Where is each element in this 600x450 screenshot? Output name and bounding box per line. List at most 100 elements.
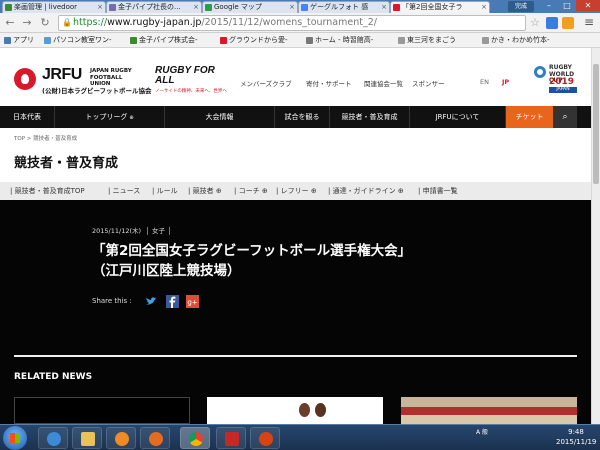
bookmark-item[interactable]: かき・わかめ竹本- — [482, 35, 550, 46]
folder-icon — [81, 432, 95, 446]
taskbar-app[interactable] — [250, 427, 280, 449]
screen: 楽画管理 | livedoor × 金子パイプ社長の... × Google マ… — [0, 0, 600, 450]
svg-text:g+: g+ — [187, 299, 197, 307]
taskbar-media[interactable] — [106, 427, 136, 449]
tab-close-icon[interactable]: × — [289, 2, 295, 13]
section-divider — [14, 355, 577, 357]
article-category[interactable]: 女子 — [147, 227, 171, 235]
lang-jp-link[interactable]: JP — [502, 78, 509, 86]
apps-grid-icon — [4, 37, 11, 44]
bookmark-item[interactable]: 東三河をまごう — [398, 35, 456, 46]
bookmarks-bar: アプリ パソコン教室ワン- 金子パイプ株式会- グラウンドから愛- ホーム - … — [0, 33, 600, 48]
share-label: Share this : — [92, 297, 132, 305]
page-scrollbar[interactable] — [591, 48, 600, 424]
google-plus-icon[interactable]: g+ — [186, 295, 199, 308]
nav-top-league[interactable]: トップリーグ ⊕ — [55, 106, 165, 128]
twitter-icon[interactable] — [145, 295, 158, 308]
taskbar-ie[interactable] — [38, 427, 68, 449]
nav-players-development[interactable]: 競技者・普及育成 — [330, 106, 410, 128]
tab-close-icon[interactable]: × — [193, 2, 199, 13]
tab-kaneko[interactable]: 金子パイプ社長の... × — [106, 1, 202, 13]
nav-watch[interactable]: 試合を観る — [275, 106, 330, 128]
maximize-button[interactable]: □ — [558, 0, 576, 11]
close-button[interactable]: ✕ — [576, 0, 600, 11]
media-player-icon — [115, 432, 129, 446]
nav-about-jrfu[interactable]: JRFUについて — [410, 106, 506, 128]
main-nav: 日本代表 トップリーグ ⊕ 大会情報 試合を観る 競技者・普及育成 JRFUについ… — [0, 106, 591, 128]
subnav-coach[interactable]: | コーチ ⊕ — [234, 186, 268, 196]
livedoor-favicon-icon — [5, 4, 12, 11]
tab-google-photos[interactable]: ゲーグルフォト 感 × — [298, 1, 390, 13]
page-title: 競技者・普及育成 — [14, 156, 119, 171]
header-link-associations[interactable]: 関連協会一覧 — [364, 78, 403, 88]
bookmark-apps[interactable]: アプリ — [4, 35, 34, 46]
firefox-icon — [149, 432, 163, 446]
reload-icon[interactable]: ↻ — [38, 16, 52, 30]
person-photo — [315, 403, 326, 417]
bookmark-favicon-icon — [306, 37, 313, 44]
address-bar[interactable]: 🔒 https://www.rugby-japan.jp/2015/11/12/… — [58, 15, 526, 31]
back-arrow-icon[interactable]: ← — [3, 16, 17, 30]
bookmark-star-icon[interactable]: ☆ — [530, 16, 540, 29]
search-icon[interactable]: ⌕ — [553, 106, 577, 128]
extension-icon[interactable] — [562, 17, 574, 29]
site-logo[interactable]: JRFU — [42, 66, 82, 84]
taskbar-yayoi[interactable] — [216, 427, 246, 449]
tab-close-icon[interactable]: × — [97, 2, 103, 13]
bookmark-favicon-icon — [130, 37, 137, 44]
related-thumbnail[interactable] — [401, 397, 577, 424]
subnav-referee[interactable]: | レフリー ⊕ — [276, 186, 317, 196]
bookmark-item[interactable]: ホーム - 時習館高- — [306, 35, 373, 46]
tab-close-icon[interactable]: × — [481, 2, 487, 13]
subnav-forms[interactable]: | 申請書一覧 — [418, 186, 458, 196]
subnav-players[interactable]: | 競技者 ⊕ — [188, 186, 222, 196]
rugby-for-all-banner[interactable]: RUGBY FOR ALL ノーサイドの精神、未来へ、世界へ — [155, 66, 227, 95]
forward-arrow-icon[interactable]: → — [20, 16, 34, 30]
person-photo — [299, 403, 310, 417]
subnav-top[interactable]: | 競技者・普及育成TOP — [10, 186, 85, 196]
facebook-icon[interactable] — [166, 295, 179, 308]
nav-japan-team[interactable]: 日本代表 — [0, 106, 55, 128]
nav-ticket[interactable]: チケット — [506, 106, 553, 128]
tab-google-maps[interactable]: Google マップ × — [202, 1, 298, 13]
subnav-rules[interactable]: | ルール — [152, 186, 178, 196]
extension-icon[interactable] — [546, 17, 558, 29]
bookmark-item[interactable]: グラウンドから愛- — [220, 35, 288, 46]
related-thumbnail[interactable] — [14, 397, 190, 424]
taskbar-explorer[interactable] — [72, 427, 102, 449]
lang-en-link[interactable]: EN — [480, 78, 489, 86]
bookmark-favicon-icon — [44, 37, 51, 44]
start-button[interactable] — [3, 426, 27, 450]
accounting-app-icon — [225, 432, 239, 446]
subnav-guidelines[interactable]: | 通達・ガイドライン ⊕ — [328, 186, 404, 196]
menu-icon[interactable]: ≡ — [584, 16, 594, 28]
system-clock[interactable]: 9:48 2015/11/19 — [556, 427, 596, 447]
bookmark-item[interactable]: パソコン教室ワン- — [44, 35, 112, 46]
maps-favicon-icon — [205, 4, 212, 11]
header-link-donate[interactable]: 寄付・サポート — [306, 78, 352, 88]
breadcrumb[interactable]: TOP > 競技者・普及育成 — [14, 134, 77, 142]
taskbar-firefox[interactable] — [140, 427, 170, 449]
profile-badge[interactable]: 完成 — [508, 1, 534, 12]
header-link-sponsors[interactable]: スポンサー — [412, 78, 445, 88]
ime-tray[interactable]: A 般 — [476, 427, 488, 436]
article-meta: 2015/11/12(木) 女子 — [92, 225, 171, 235]
page-viewport: JRFU JAPAN RUGBY FOOTBALL UNION (公財)日本ラグ… — [0, 48, 591, 424]
header-link-members[interactable]: メンバーズクラブ — [240, 78, 292, 88]
rose-logo-icon[interactable] — [14, 68, 36, 90]
taskbar-chrome[interactable] — [180, 427, 210, 449]
subnav-news[interactable]: | ニュース — [108, 186, 140, 196]
bookmark-item[interactable]: 金子パイプ株式会- — [130, 35, 198, 46]
scrollbar-thumb[interactable] — [593, 64, 599, 184]
tab-close-icon[interactable]: × — [381, 2, 387, 13]
related-thumbnail[interactable] — [207, 397, 383, 424]
minimize-button[interactable]: – — [540, 0, 558, 11]
rwc2019-logo[interactable]: RUGBY WORLD CUP 2019 JAPAN — [532, 62, 580, 98]
tab-jrfu-active[interactable]: 「第2回全国女子ラ × — [390, 1, 490, 13]
logo-japanese-name: (公財)日本ラグビーフットボール協会 — [42, 87, 152, 95]
tab-strip: 楽画管理 | livedoor × 金子パイプ社長の... × Google マ… — [0, 0, 600, 13]
toolbar: ← → ↻ 🔒 https://www.rugby-japan.jp/2015/… — [0, 13, 600, 33]
google-favicon-icon — [301, 4, 308, 11]
nav-tournaments[interactable]: 大会情報 — [165, 106, 275, 128]
tab-livedoor[interactable]: 楽画管理 | livedoor × — [2, 1, 106, 13]
